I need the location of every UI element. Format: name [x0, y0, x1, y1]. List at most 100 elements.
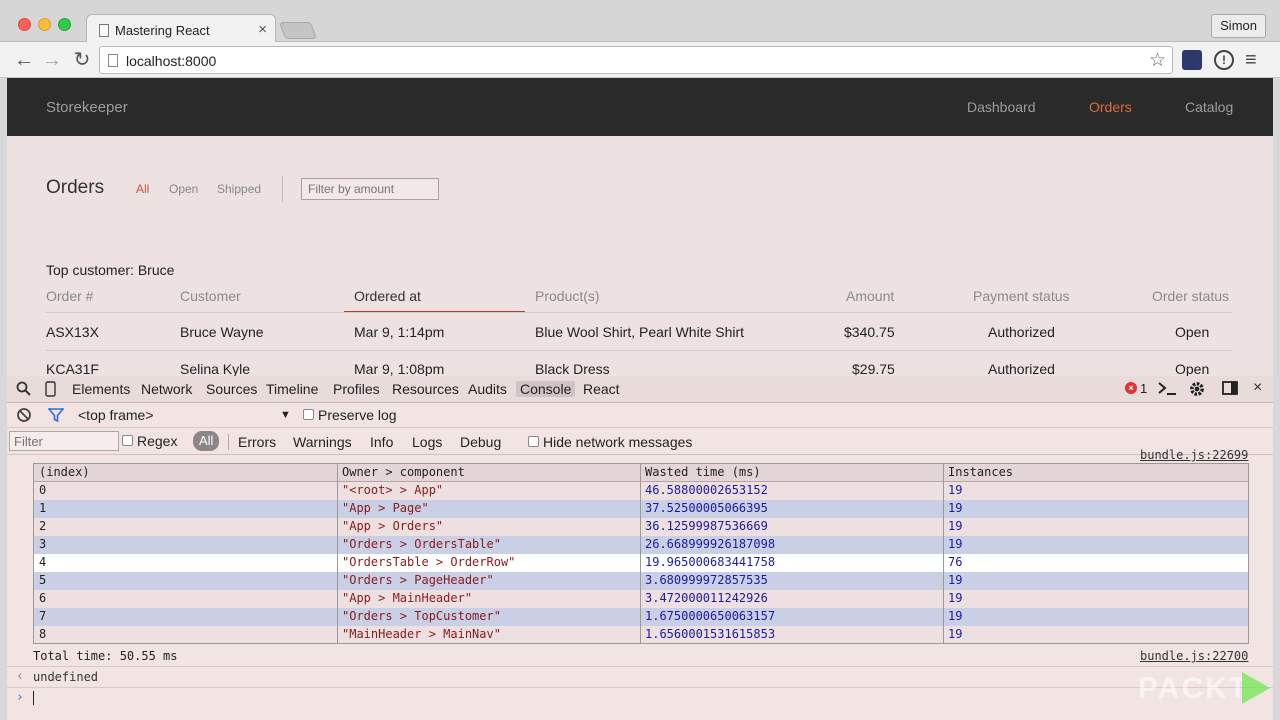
window-maximize-button[interactable]: [58, 18, 71, 31]
console-drawer-icon[interactable]: [1157, 380, 1177, 400]
cell-payment: Authorized: [988, 324, 1055, 340]
source-link[interactable]: bundle.js:22700: [1140, 649, 1248, 663]
frame-dropdown-arrow-icon[interactable]: ▼: [280, 409, 291, 421]
browser-tab[interactable]: Mastering React ×: [86, 14, 276, 44]
table-row[interactable]: 8 "MainHeader > MainNav" 1.656000153161585…: [34, 626, 1248, 643]
table-header-cell[interactable]: Owner > component: [342, 465, 465, 479]
tab-profiles[interactable]: Profiles: [333, 381, 380, 397]
regex-checkbox[interactable]: [122, 435, 133, 446]
tab-react[interactable]: React: [583, 381, 620, 397]
dock-side-icon[interactable]: [1222, 381, 1238, 399]
cell-payment: Authorized: [988, 361, 1055, 376]
filter-tab-all[interactable]: All: [136, 182, 149, 196]
cell-index: 1: [39, 501, 47, 515]
col-header-status[interactable]: Order status: [1152, 288, 1229, 304]
address-bar[interactable]: localhost:8000 ☆: [99, 46, 1173, 74]
cell-instances: 19: [948, 501, 963, 515]
window-minimize-button[interactable]: [38, 18, 51, 31]
table-row[interactable]: 6 "App > MainHeader" 3.472000011242926 19: [34, 590, 1248, 608]
hamburger-menu-icon[interactable]: ≡: [1245, 50, 1265, 70]
tab-console[interactable]: Console: [516, 381, 576, 397]
window-close-button[interactable]: [18, 18, 31, 31]
brand-logo[interactable]: Storekeeper: [46, 99, 128, 116]
col-header-order[interactable]: Order #: [46, 288, 93, 304]
frame-selector[interactable]: <top frame>: [78, 407, 154, 423]
cell-instances: 19: [948, 573, 963, 587]
cell-instances: 19: [948, 519, 963, 533]
filter-funnel-icon[interactable]: [47, 407, 65, 427]
source-link[interactable]: bundle.js:22699: [1140, 448, 1248, 462]
tab-network[interactable]: Network: [141, 381, 192, 397]
table-row[interactable]: 5 "Orders > PageHeader" 3.680999972857535 1…: [34, 572, 1248, 590]
table-header-cell[interactable]: Wasted time (ms): [645, 465, 761, 479]
nav-catalog[interactable]: Catalog: [1185, 99, 1233, 115]
cell-wasted-time: 1.6560001531615853: [645, 627, 776, 641]
level-all-button[interactable]: All: [193, 431, 220, 451]
back-arrow-icon[interactable]: ←: [12, 48, 36, 72]
table-row[interactable]: 2 "App > Orders" 36.12599987536669 19: [34, 518, 1248, 536]
col-header-products[interactable]: Product(s): [535, 288, 600, 304]
console-prompt-input[interactable]: [33, 691, 34, 705]
amount-filter-input[interactable]: [301, 178, 439, 200]
error-icon[interactable]: ×: [1125, 382, 1137, 394]
tab-elements[interactable]: Elements: [72, 381, 130, 397]
console-filter-input[interactable]: [9, 431, 119, 451]
cell-products: Blue Wool Shirt, Pearl White Shirt: [535, 324, 745, 340]
settings-gear-icon[interactable]: [1188, 380, 1206, 402]
new-tab-button[interactable]: [278, 22, 318, 39]
cell-wasted-time: 1.6750000650063157: [645, 609, 776, 623]
filter-tab-shipped[interactable]: Shipped: [217, 182, 261, 196]
filter-tab-open[interactable]: Open: [169, 182, 198, 196]
forward-arrow-icon[interactable]: →: [40, 48, 64, 72]
tab-audits[interactable]: Audits: [468, 381, 507, 397]
cell-index: 8: [39, 627, 47, 641]
tab-timeline[interactable]: Timeline: [266, 381, 318, 397]
col-header-ordered-at[interactable]: Ordered at: [354, 288, 421, 304]
level-debug-button[interactable]: Debug: [460, 434, 501, 450]
table-row[interactable]: 1 "App > Page" 37.52500005066395 19: [34, 500, 1248, 518]
level-logs-button[interactable]: Logs: [412, 434, 442, 450]
level-errors-button[interactable]: Errors: [238, 434, 276, 450]
prompt-chevron-icon: ›: [16, 690, 24, 705]
react-extension-icon[interactable]: [1182, 50, 1202, 70]
divider: [228, 434, 229, 450]
table-row[interactable]: 0 "<root> > App" 46.58800002653152 19: [34, 482, 1248, 500]
bookmark-star-icon[interactable]: ☆: [1149, 49, 1166, 72]
cell-owner-component: "App > MainHeader": [342, 591, 473, 605]
cell-owner-component: "App > Orders": [342, 519, 444, 533]
table-header-cell[interactable]: (index): [39, 465, 90, 479]
table-header-cell[interactable]: Instances: [948, 465, 1013, 479]
header-divider: [46, 312, 1232, 313]
nav-dashboard[interactable]: Dashboard: [967, 99, 1036, 115]
table-row[interactable]: 4 "OrdersTable > OrderRow" 19.965000683441…: [34, 554, 1248, 572]
nav-orders[interactable]: Orders: [1089, 99, 1132, 115]
cell-ordered-at: Mar 9, 1:14pm: [354, 324, 445, 340]
table-row[interactable]: 7 "Orders > TopCustomer" 1.675000065006315…: [34, 608, 1248, 626]
level-warnings-button[interactable]: Warnings: [293, 434, 352, 450]
profile-button[interactable]: Simon: [1211, 14, 1266, 38]
inspect-search-icon[interactable]: [16, 381, 31, 400]
device-mode-icon[interactable]: [45, 381, 56, 401]
eval-result: undefined: [33, 670, 99, 684]
url-text[interactable]: localhost:8000: [126, 53, 216, 69]
tab-close-icon[interactable]: ×: [258, 21, 267, 38]
result-arrow-icon: ‹: [16, 669, 24, 684]
reload-icon[interactable]: ↻: [70, 48, 94, 72]
table-row[interactable]: 3 "Orders > OrdersTable" 26.66899992618709…: [34, 536, 1248, 554]
col-header-payment[interactable]: Payment status: [973, 288, 1070, 304]
cell-instances: 19: [948, 591, 963, 605]
col-header-amount[interactable]: Amount: [846, 288, 894, 304]
clear-console-icon[interactable]: [16, 407, 32, 427]
hide-network-checkbox[interactable]: [528, 436, 539, 447]
level-info-button[interactable]: Info: [370, 434, 393, 450]
preserve-log-checkbox[interactable]: [303, 409, 314, 420]
error-count[interactable]: 1: [1140, 381, 1147, 396]
browser-toolbar: ← → ↻ localhost:8000 ☆ ! ≡: [0, 42, 1280, 78]
tab-sources[interactable]: Sources: [206, 381, 257, 397]
cell-instances: 19: [948, 627, 963, 641]
devtools-close-icon[interactable]: ×: [1253, 379, 1262, 397]
tab-resources[interactable]: Resources: [392, 381, 459, 397]
info-extension-icon[interactable]: !: [1214, 50, 1234, 70]
col-header-customer[interactable]: Customer: [180, 288, 241, 304]
console-output: bundle.js:22699 (index) Owner > componen…: [7, 448, 1273, 720]
